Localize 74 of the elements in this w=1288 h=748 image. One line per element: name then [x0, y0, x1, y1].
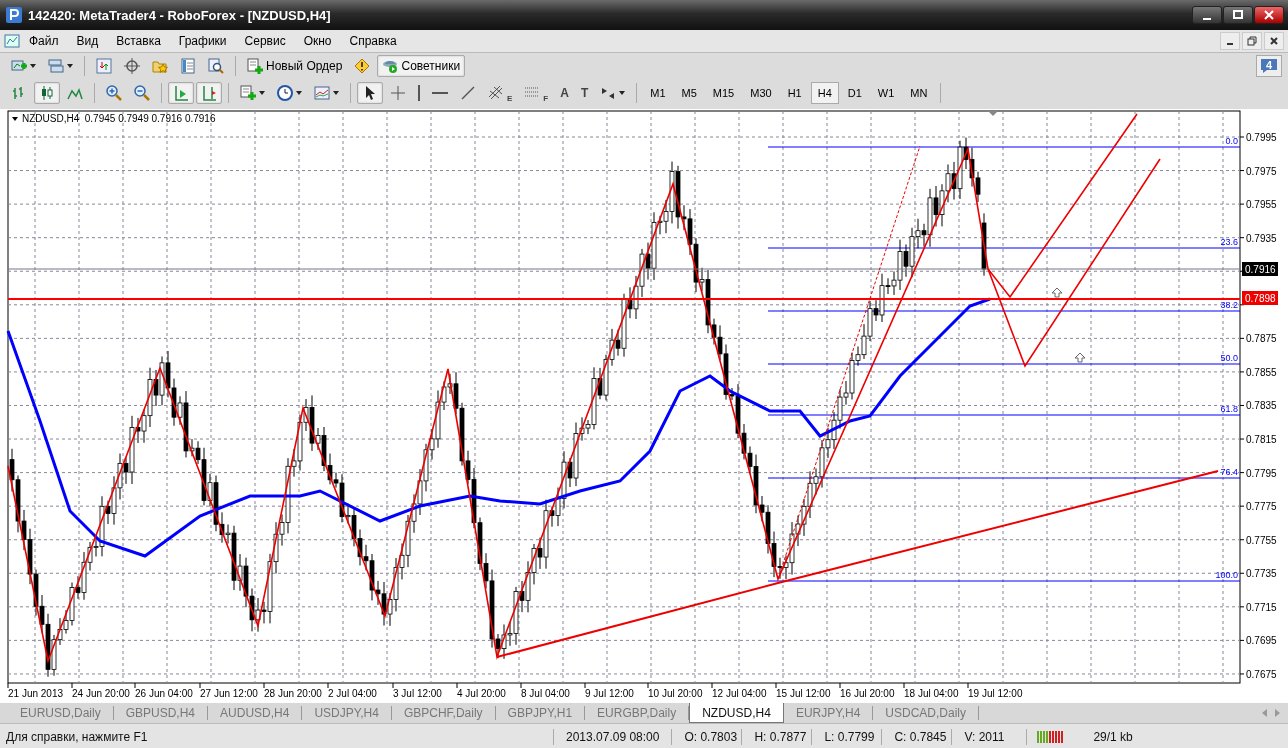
fibo-button[interactable]: F: [519, 82, 554, 104]
menu-item[interactable]: Справка: [340, 32, 406, 50]
time-axis-label: 24 Jun 20:00: [72, 688, 130, 699]
price-axis-label: 0.7695: [1246, 635, 1277, 647]
time-axis-label: 10 Jul 20:00: [648, 688, 703, 699]
label-button[interactable]: T: [575, 82, 594, 104]
status-low: L: 0.7799: [812, 729, 883, 745]
menu-item[interactable]: Файл: [20, 32, 68, 50]
fibonacci-level-label: 76.4: [1220, 467, 1238, 477]
notification-button[interactable]: 4: [1256, 55, 1282, 77]
price-tag: 0.7916: [1242, 262, 1278, 276]
menu-item[interactable]: Окно: [294, 32, 341, 50]
time-axis-label: 8 Jul 04:00: [521, 688, 570, 699]
price-axis-label: 0.7935: [1246, 232, 1277, 244]
new-order-button[interactable]: Новый Ордер: [242, 55, 348, 77]
time-axis-label: 21 Jun 2013: [8, 688, 64, 699]
time-axis-label: 15 Jul 12:00: [776, 688, 831, 699]
help-text: Для справки, нажмите F1: [0, 729, 554, 745]
status-volume: V: 2011: [952, 729, 1028, 745]
status-close: C: 0.7845: [882, 729, 953, 745]
price-axis-label: 0.7855: [1246, 366, 1277, 378]
timeframe-button[interactable]: M30: [743, 82, 779, 104]
time-axis-label: 28 Jun 20:00: [264, 688, 322, 699]
price-axis-label: 0.7775: [1246, 501, 1277, 513]
fibonacci-level-label: 100.0: [1215, 570, 1238, 580]
time-axis-label: 26 Jun 04:00: [135, 688, 193, 699]
traffic-counter: 29/1 kb: [1092, 729, 1134, 745]
window-title: 142420: MetaTrader4 - RoboForex - [NZDUSD,H4]: [28, 7, 331, 23]
time-axis-label: 27 Jun 12:00: [200, 688, 258, 699]
fibonacci-level-label: 50.0: [1220, 353, 1238, 363]
status-open: O: 0.7803: [672, 729, 743, 745]
fibonacci-level-label: 61.8: [1220, 404, 1238, 414]
time-axis-label: 12 Jul 04:00: [712, 688, 767, 699]
menu-item[interactable]: Графики: [169, 32, 236, 50]
price-axis-label: 0.7715: [1246, 601, 1277, 613]
time-axis-label: 16 Jul 20:00: [840, 688, 895, 699]
chart-header: NZDUSD,H4 0.7945 0.7949 0.7916 0.7916: [22, 113, 216, 124]
time-axis-label: 4 Jul 20:00: [457, 688, 506, 699]
fibonacci-level-label: 38.2: [1220, 300, 1238, 310]
fibonacci-level-label: 0.0: [1225, 136, 1238, 146]
menu-item[interactable]: Вставка: [107, 32, 170, 50]
menu-item[interactable]: Сервис: [235, 32, 295, 50]
timeframe-button[interactable]: H1: [780, 82, 809, 104]
status-datetime: 2013.07.09 08:00: [554, 729, 673, 745]
timeframe-button[interactable]: H4: [810, 82, 839, 104]
price-axis-label: 0.7995: [1246, 132, 1277, 143]
price-axis-label: 0.7675: [1246, 668, 1277, 680]
price-axis-label: 0.7795: [1246, 467, 1277, 479]
price-axis-label: 0.7955: [1246, 199, 1277, 211]
price-axis-label: 0.7835: [1246, 400, 1277, 412]
fibonacci-level-label: 23.6: [1220, 237, 1238, 247]
price-axis-label: 0.7755: [1246, 534, 1277, 546]
timeframe-button[interactable]: M5: [674, 82, 704, 104]
price-tag: 0.7898: [1242, 291, 1278, 305]
time-axis-label: 2 Jul 04:00: [328, 688, 377, 699]
time-axis-label: 9 Jul 12:00: [585, 688, 634, 699]
status-high: H: 0.7877: [742, 729, 813, 745]
timeframe-button[interactable]: MN: [903, 82, 935, 104]
timeframe-button[interactable]: D1: [840, 82, 869, 104]
expert-advisors-button[interactable]: Советники: [377, 55, 466, 77]
time-axis-label: 19 Jul 12:00: [968, 688, 1023, 699]
text-button[interactable]: A: [555, 82, 574, 104]
price-axis-label: 0.7735: [1246, 568, 1277, 580]
chart-tab[interactable]: NZDUSD,H4: [689, 703, 784, 723]
timeframe-button[interactable]: W1: [870, 82, 902, 104]
menu-item[interactable]: Вид: [67, 32, 108, 50]
fibo-channel-button[interactable]: E: [483, 82, 518, 104]
time-axis-label: 3 Jul 12:00: [393, 688, 442, 699]
timeframe-button[interactable]: M1: [643, 82, 673, 104]
price-axis-label: 0.7875: [1246, 333, 1277, 345]
price-axis-label: 0.7815: [1246, 434, 1277, 446]
timeframe-button[interactable]: M15: [705, 82, 742, 104]
time-axis-label: 18 Jul 04:00: [904, 688, 959, 699]
price-axis-label: 0.7975: [1246, 165, 1277, 177]
